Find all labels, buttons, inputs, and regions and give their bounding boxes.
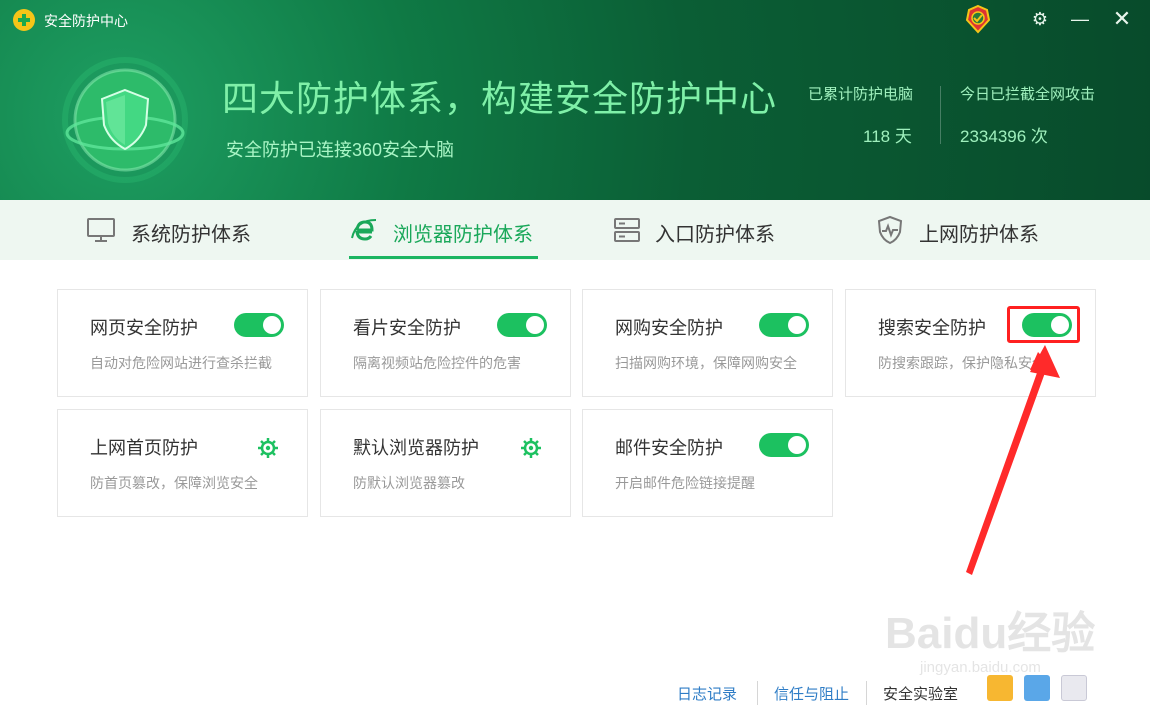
- card-description: 防首页篡改，保障浏览安全: [90, 475, 258, 491]
- stat-protected-days-label: 已累计防护电脑: [808, 86, 914, 103]
- card-default-browser-protection: 默认浏览器防护 防默认浏览器篡改: [320, 409, 571, 517]
- calendar-tool-icon[interactable]: [1061, 675, 1087, 701]
- card-homepage-protection: 上网首页防护 防首页篡改，保障浏览安全: [57, 409, 308, 517]
- tab-label: 上网防护体系: [919, 224, 1039, 246]
- ai-tool-icon[interactable]: [987, 675, 1013, 701]
- webpage-protection-toggle[interactable]: [234, 313, 284, 337]
- settings-gear-icon[interactable]: ⚙: [1026, 6, 1054, 32]
- card-description: 开启邮件危险链接提醒: [615, 475, 755, 491]
- card-description: 防默认浏览器篡改: [353, 475, 465, 491]
- stat-divider: [940, 86, 941, 144]
- watermark-text: Baidu经验: [885, 609, 1095, 658]
- tab-label: 入口防护体系: [655, 224, 775, 246]
- card-description: 隔离视频站危险控件的危害: [353, 355, 521, 371]
- card-shopping-protection: 网购安全防护 扫描网购环境，保障网购安全: [582, 289, 833, 397]
- gear-icon[interactable]: [520, 437, 542, 459]
- card-title: 网页安全防护: [90, 318, 198, 338]
- minimize-icon[interactable]: —: [1066, 6, 1094, 32]
- footer-bar: 日志记录 信任与阻止 安全实验室: [0, 670, 1150, 725]
- card-title: 邮件安全防护: [615, 438, 723, 458]
- title-bar: 安全防护中心 ⚙ — ✕: [0, 0, 1150, 40]
- police-badge-icon[interactable]: [963, 4, 993, 34]
- shield-pulse-icon: [877, 215, 903, 245]
- tab-label: 系统防护体系: [131, 224, 251, 246]
- card-email-protection: 邮件安全防护 开启邮件危险链接提醒: [582, 409, 833, 517]
- card-webpage-protection: 网页安全防护 自动对危险网站进行查杀拦截: [57, 289, 308, 397]
- tab-internet-protection[interactable]: 上网防护体系: [872, 200, 1072, 260]
- server-icon: [614, 218, 640, 242]
- monitor-icon: [87, 218, 115, 242]
- gear-icon[interactable]: [257, 437, 279, 459]
- video-protection-toggle[interactable]: [497, 313, 547, 337]
- headline: 四大防护体系，构建安全防护中心: [222, 78, 778, 119]
- card-title: 上网首页防护: [90, 438, 198, 458]
- annotation-arrow: [966, 345, 1060, 575]
- cloud-tool-icon[interactable]: [1024, 675, 1050, 701]
- tab-bar: 系统防护体系 浏览器防护体系 入口防护体系 上网防护体系: [0, 200, 1150, 260]
- browser-e-icon: [351, 219, 377, 241]
- stat-blocked-attacks-label: 今日已拦截全网攻击: [960, 86, 1096, 103]
- security-lab-label[interactable]: 安全实验室: [883, 683, 958, 704]
- header-banner: 安全防护中心 ⚙ — ✕ 四大防护体系，构建安全防护中心 安全防护已连接360安…: [0, 0, 1150, 200]
- card-description: 扫描网购环境，保障网购安全: [615, 355, 797, 371]
- email-protection-toggle[interactable]: [759, 433, 809, 457]
- footer-divider: [866, 681, 867, 705]
- trust-and-block-link[interactable]: 信任与阻止: [774, 683, 849, 704]
- tab-system-protection[interactable]: 系统防护体系: [80, 200, 280, 260]
- toggle-knob: [788, 436, 806, 454]
- shield-emblem-icon: [62, 57, 188, 183]
- tab-label: 浏览器防护体系: [393, 224, 533, 246]
- stat-protected-days-value: 118 天: [863, 127, 912, 146]
- toggle-knob: [263, 316, 281, 334]
- card-description: 自动对危险网站进行查杀拦截: [90, 355, 272, 371]
- card-title: 网购安全防护: [615, 318, 723, 338]
- toggle-knob: [526, 316, 544, 334]
- card-title: 默认浏览器防护: [353, 438, 479, 458]
- toggle-knob: [788, 316, 806, 334]
- card-title: 看片安全防护: [353, 318, 461, 338]
- annotation-highlight-box: [1007, 306, 1080, 343]
- shopping-protection-toggle[interactable]: [759, 313, 809, 337]
- connection-status: 安全防护已连接360安全大脑: [226, 140, 455, 160]
- tab-entry-protection[interactable]: 入口防护体系: [608, 200, 808, 260]
- log-records-link[interactable]: 日志记录: [677, 683, 737, 704]
- close-icon[interactable]: ✕: [1108, 6, 1136, 32]
- tab-browser-protection[interactable]: 浏览器防护体系: [345, 200, 545, 260]
- card-video-protection: 看片安全防护 隔离视频站危险控件的危害: [320, 289, 571, 397]
- footer-divider: [757, 681, 758, 705]
- card-title: 搜索安全防护: [878, 318, 986, 338]
- active-tab-indicator: [349, 256, 538, 259]
- baidu-watermark-logo: Baidu经验 jingyan.baidu.com: [885, 609, 1095, 676]
- stat-blocked-attacks-value: 2334396 次: [960, 127, 1048, 146]
- app-logo-icon: [13, 9, 35, 31]
- window-title: 安全防护中心: [44, 13, 128, 29]
